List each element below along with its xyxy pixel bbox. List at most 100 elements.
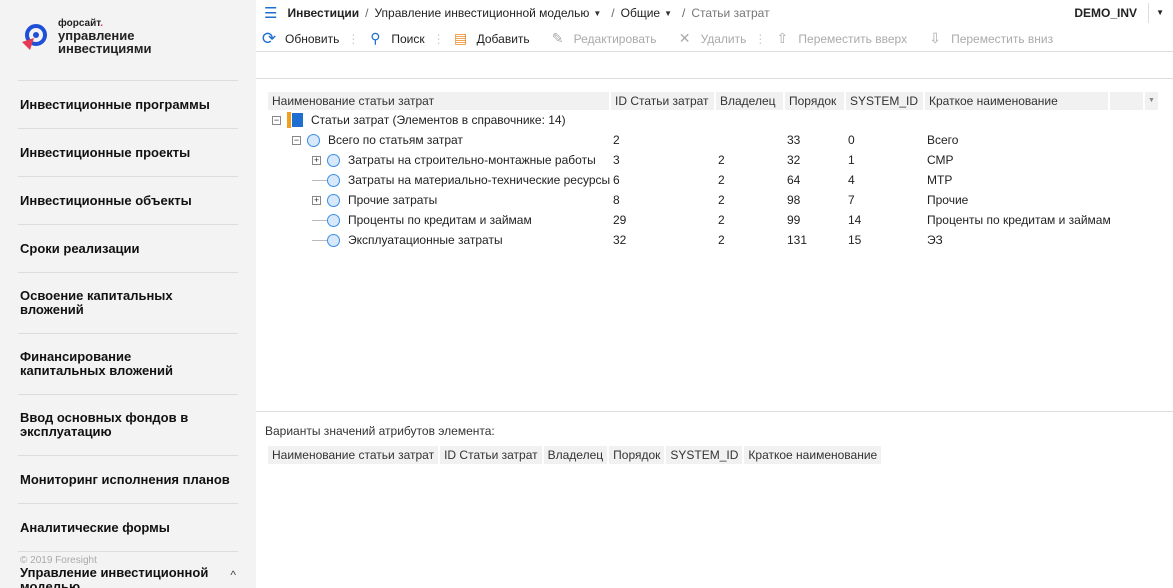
sidebar-item-terms[interactable]: Сроки реализации bbox=[18, 224, 238, 272]
menu-icon[interactable]: ☰ bbox=[264, 4, 277, 22]
caret-down-icon[interactable]: ▼ bbox=[664, 9, 672, 18]
column-header[interactable]: SYSTEM_ID bbox=[846, 92, 925, 110]
cell-short-name: МТР bbox=[927, 173, 953, 187]
column-header[interactable]: SYSTEM_ID bbox=[666, 446, 745, 464]
cell-short-name: Проценты по кредитам и займам bbox=[927, 213, 1111, 227]
element-icon bbox=[327, 213, 340, 227]
cell-system-id: 7 bbox=[848, 193, 855, 207]
chevron-up-icon[interactable]: ^ bbox=[230, 568, 236, 582]
collapse-icon[interactable]: − bbox=[292, 135, 301, 145]
column-menu-icon[interactable]: ▼ bbox=[1145, 92, 1158, 110]
element-icon bbox=[307, 133, 320, 147]
breadcrumb-root[interactable]: Инвестиции bbox=[287, 6, 359, 20]
cell-owner: 2 bbox=[718, 173, 725, 187]
sidebar-footer[interactable]: © 2019 Foresight Управление инвестиционн… bbox=[18, 551, 238, 588]
cell-order: 33 bbox=[787, 133, 801, 147]
breadcrumb: ☰ Инвестиции / Управление инвестиционной… bbox=[264, 3, 1164, 23]
cell-owner: 2 bbox=[718, 233, 725, 247]
attributes-label: Варианты значений атрибутов элемента: bbox=[265, 424, 495, 438]
breadcrumb-current: Статьи затрат bbox=[691, 6, 770, 20]
edit-button[interactable]: ✎ Редактировать bbox=[550, 30, 657, 47]
search-button[interactable]: ⚲ Поиск bbox=[367, 30, 424, 47]
search-icon: ⚲ bbox=[370, 30, 381, 46]
cell-id: 29 bbox=[613, 213, 627, 227]
element-icon bbox=[327, 233, 340, 247]
column-header[interactable]: Краткое наименование bbox=[925, 92, 1110, 110]
table-row[interactable]: + Затраты на строительно-монтажные работы… bbox=[268, 150, 1158, 170]
expand-icon[interactable]: + bbox=[312, 155, 321, 165]
cell-order: 64 bbox=[787, 173, 801, 187]
attributes-grid-header: Наименование статьи затрат ID Статьи зат… bbox=[268, 446, 1158, 464]
column-header[interactable]: Владелец bbox=[544, 446, 610, 464]
breadcrumb-level2[interactable]: Общие bbox=[621, 6, 660, 20]
logo-title-2: инвестициями bbox=[58, 41, 152, 56]
user-name[interactable]: DEMO_INV bbox=[1074, 6, 1137, 20]
collapse-icon[interactable]: − bbox=[272, 115, 281, 125]
caret-down-icon[interactable]: ▼ bbox=[593, 9, 601, 18]
refresh-icon: ⟳ bbox=[261, 28, 277, 48]
cell-order: 131 bbox=[787, 233, 808, 247]
add-button[interactable]: ▤ Добавить bbox=[453, 30, 530, 47]
column-header[interactable]: Краткое наименование bbox=[744, 446, 884, 464]
grid-header: Наименование статьи затрат ID Статьи зат… bbox=[268, 92, 1158, 110]
user-menu-caret-icon[interactable]: ▼ bbox=[1156, 8, 1164, 17]
dictionary-icon bbox=[292, 113, 303, 127]
cell-order: 99 bbox=[787, 213, 801, 227]
cell-order: 32 bbox=[787, 153, 801, 167]
column-header[interactable]: Наименование статьи затрат bbox=[268, 92, 611, 110]
move-down-button[interactable]: ⇩ Переместить вниз bbox=[927, 30, 1053, 47]
close-icon: ✕ bbox=[678, 30, 691, 46]
cell-id: 2 bbox=[613, 133, 620, 147]
column-header[interactable]: Порядок bbox=[609, 446, 667, 464]
cell-id: 32 bbox=[613, 233, 627, 247]
move-up-button[interactable]: ⇧ Переместить вверх bbox=[774, 30, 908, 47]
table-row[interactable]: Проценты по кредитам и займам 29 2 99 14 Проц… bbox=[268, 210, 1158, 230]
cell-short-name: Прочие bbox=[927, 193, 969, 207]
tree-root-row[interactable]: − Статьи затрат (Элементов в справочнике… bbox=[268, 110, 1158, 130]
cell-system-id: 1 bbox=[848, 153, 855, 167]
expand-icon[interactable]: + bbox=[312, 195, 321, 205]
column-header[interactable]: ID Статьи затрат bbox=[440, 446, 544, 464]
cell-owner: 2 bbox=[718, 193, 725, 207]
column-header[interactable]: Наименование статьи затрат bbox=[268, 446, 441, 464]
delete-button[interactable]: ✕ Удалить bbox=[677, 30, 747, 47]
cell-system-id: 14 bbox=[848, 213, 862, 227]
arrow-up-icon: ⇧ bbox=[776, 30, 789, 46]
cell-system-id: 0 bbox=[848, 133, 855, 147]
sidebar-item-programs[interactable]: Инвестиционные программы bbox=[18, 80, 238, 128]
sidebar-item-commissioning[interactable]: Ввод основных фондов в эксплуатацию bbox=[18, 394, 238, 455]
cost-items-grid: Наименование статьи затрат ID Статьи зат… bbox=[268, 92, 1158, 250]
sidebar-item-financing[interactable]: Финансирование капитальных вложений bbox=[18, 333, 238, 394]
pencil-icon: ✎ bbox=[551, 30, 564, 46]
cell-short-name: ЭЗ bbox=[927, 233, 943, 247]
toolbar: ⟳ Обновить ⋮ ⚲ Поиск ⋮ ▤ Добавить ✎ Редактир… bbox=[256, 26, 1173, 52]
element-icon bbox=[327, 193, 340, 207]
table-row[interactable]: + Прочие затраты 8 2 98 7 Прочие bbox=[268, 190, 1158, 210]
table-row[interactable]: Затраты на материально-технические ресур… bbox=[268, 170, 1158, 190]
attributes-panel: Варианты значений атрибутов элемента: На… bbox=[256, 411, 1173, 464]
add-document-icon: ▤ bbox=[453, 30, 468, 46]
column-header[interactable]: ID Статьи затрат bbox=[611, 92, 716, 110]
breadcrumb-level1[interactable]: Управление инвестиционной моделью bbox=[374, 6, 589, 20]
sidebar-item-analytics[interactable]: Аналитические формы bbox=[18, 503, 238, 551]
refresh-button[interactable]: ⟳ Обновить bbox=[261, 29, 339, 49]
cell-id: 8 bbox=[613, 193, 620, 207]
cell-owner: 2 bbox=[718, 153, 725, 167]
sidebar-item-capex[interactable]: Освоение капитальных вложений bbox=[18, 272, 238, 333]
sidebar-item-projects[interactable]: Инвестиционные проекты bbox=[18, 128, 238, 176]
column-header[interactable]: Порядок bbox=[785, 92, 846, 110]
cell-order: 98 bbox=[787, 193, 801, 207]
element-icon bbox=[327, 153, 340, 167]
table-row[interactable]: − Всего по статьям затрат 2 33 0 Всего bbox=[268, 130, 1158, 150]
sidebar: форсайт. управление инвестициями Инвести… bbox=[0, 0, 256, 588]
cell-system-id: 15 bbox=[848, 233, 862, 247]
column-header[interactable]: Владелец bbox=[716, 92, 785, 110]
cell-owner: 2 bbox=[718, 213, 725, 227]
element-icon bbox=[327, 173, 340, 187]
table-row[interactable]: Эксплуатационные затраты 32 2 131 15 ЭЗ bbox=[268, 230, 1158, 250]
sidebar-item-monitoring[interactable]: Мониторинг исполнения планов bbox=[18, 455, 238, 503]
cell-id: 3 bbox=[613, 153, 620, 167]
cell-short-name: Всего bbox=[927, 133, 959, 147]
cell-id: 6 bbox=[613, 173, 620, 187]
sidebar-item-objects[interactable]: Инвестиционные объекты bbox=[18, 176, 238, 224]
